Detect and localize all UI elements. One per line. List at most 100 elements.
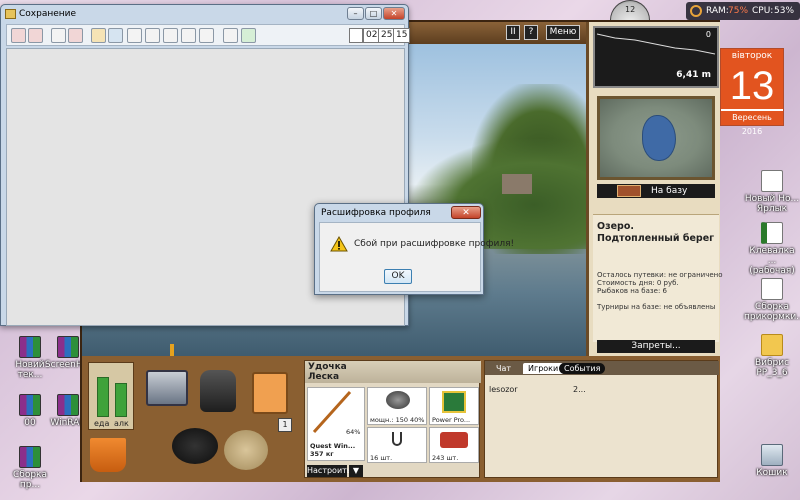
- rod-header-line1: Удочка: [308, 362, 347, 372]
- bans-button[interactable]: Запреты...: [597, 340, 715, 353]
- clock-hour-mark: 12: [625, 5, 636, 14]
- rod-panel: Удочка Леска 64% Quest Win... 357 кг мощ…: [304, 360, 481, 478]
- line-name: Power Pro...: [432, 416, 471, 424]
- bait-slot[interactable]: 243 шт.: [429, 427, 479, 463]
- desktop-icon-label: Вибрис РР_3_6: [754, 358, 790, 378]
- tool-icon[interactable]: [28, 28, 43, 43]
- hook-icon: [392, 432, 402, 446]
- reel-power: мощн.: 150: [370, 416, 408, 424]
- desktop-icon-label: Кошик: [756, 468, 788, 478]
- alcohol-label: алк: [114, 419, 129, 428]
- tool-icon[interactable]: [11, 28, 26, 43]
- minimize-button[interactable]: –: [347, 7, 364, 20]
- tab-events[interactable]: События: [559, 363, 606, 374]
- bucket-icon[interactable]: [90, 438, 126, 472]
- depth-mark: 0: [705, 30, 711, 39]
- rod-header[interactable]: Удочка Леска: [305, 361, 481, 383]
- rod-weight: 357 кг: [310, 450, 334, 458]
- archive-icon: [19, 394, 41, 416]
- tool-icon[interactable]: [199, 28, 214, 43]
- pause-button[interactable]: II: [506, 25, 520, 40]
- tool-icon[interactable]: [163, 28, 178, 43]
- location-info-line: Рыбаков на базе: 6: [597, 287, 667, 295]
- lake-map[interactable]: [597, 96, 715, 180]
- desktop-icon-label: Сборка пр...: [12, 470, 47, 490]
- tool-icon[interactable]: [223, 28, 238, 43]
- calendar-gadget: вівторок 13 Вересень 2016: [720, 48, 784, 136]
- gauge-icon: [690, 5, 702, 17]
- player-name[interactable]: lesozor: [489, 385, 518, 394]
- tool-icon[interactable]: [68, 28, 83, 43]
- slot-count-badge: 1: [278, 418, 292, 432]
- tool-icon[interactable]: [145, 28, 160, 43]
- tool-icon[interactable]: [91, 28, 106, 43]
- depth-chart: 0 6,41 m: [593, 26, 719, 88]
- cooking-pot-icon[interactable]: [172, 428, 218, 464]
- depth-value: 6,41 m: [676, 70, 711, 80]
- chat-panel: Чат Игроки События lesozor 2...: [484, 360, 719, 478]
- alcohol-bar: [115, 383, 127, 417]
- needs-bars: еда алк: [88, 362, 134, 430]
- shortcut-icon: [761, 170, 783, 192]
- tab-chat[interactable]: Чат: [491, 363, 516, 374]
- rod-dropdown-button[interactable]: ▼: [349, 465, 363, 477]
- to-base-label: На базу: [651, 186, 688, 196]
- dialog-title: Расшифровка профиля: [321, 208, 431, 218]
- location-info-line: Осталось путевки: не ограничено: [597, 271, 723, 279]
- keepnet-icon[interactable]: [224, 430, 268, 470]
- desktop-icon[interactable]: Сборка пр...: [2, 446, 58, 490]
- help-button[interactable]: ?: [524, 25, 538, 40]
- reel-icon: [386, 391, 410, 409]
- tool-icon[interactable]: [127, 28, 142, 43]
- chat-tabs: Чат Игроки События: [485, 361, 719, 375]
- archive-icon: [19, 336, 41, 358]
- rod-header-line2: Леска: [308, 372, 340, 382]
- ok-button[interactable]: OK: [384, 269, 412, 284]
- right-info-panel: 0 6,41 m На базу Озеро. Подтопленный бер…: [586, 22, 723, 356]
- rod-name: Quest Win...: [310, 442, 356, 450]
- cpu-label: CPU:: [752, 6, 774, 16]
- desktop-icon[interactable]: Кошик: [744, 444, 800, 478]
- food-bar: [97, 377, 109, 417]
- desktop-icon[interactable]: Вибрис РР_3_6: [744, 334, 800, 378]
- number-field[interactable]: 15: [393, 28, 411, 43]
- close-button[interactable]: ✕: [383, 7, 405, 20]
- tool-icon[interactable]: [51, 28, 66, 43]
- rod-percent: 64%: [346, 428, 361, 436]
- line-slot[interactable]: Power Pro...: [429, 387, 479, 425]
- checkbox[interactable]: [349, 28, 363, 43]
- tackle-box-icon[interactable]: [146, 370, 188, 406]
- spreadsheet-icon: [761, 222, 783, 244]
- ram-label: RAM:: [706, 6, 729, 16]
- to-base-button[interactable]: На базу: [597, 184, 715, 198]
- bait-count: 243 шт.: [432, 454, 459, 462]
- ram-value: 75%: [728, 6, 749, 16]
- inventory-bar: еда алк 1 Удочка Леска 64% Quest Win... …: [82, 356, 720, 482]
- rod-slot[interactable]: 64% Quest Win... 357 кг: [307, 387, 365, 461]
- tab-players[interactable]: Игроки: [523, 363, 564, 374]
- tool-icon[interactable]: [241, 28, 256, 43]
- calendar-weekday: вівторок: [721, 49, 783, 63]
- reel-percent: 40%: [410, 416, 425, 424]
- lake-shape: [642, 115, 676, 161]
- dialog-close-button[interactable]: ✕: [451, 206, 481, 219]
- desktop-icon[interactable]: Клевалка ... (рабочая): [744, 222, 800, 276]
- line-spool-icon: [442, 391, 466, 413]
- menu-button[interactable]: Меню: [546, 25, 580, 40]
- location-info-line: Стоимость дня: 0 руб.: [597, 279, 679, 287]
- setup-button[interactable]: Настроить: [307, 465, 352, 477]
- desktop-icon-label: Новый Но... Ярлык: [744, 194, 800, 214]
- backpack-icon[interactable]: [200, 370, 236, 412]
- tool-icon[interactable]: [181, 28, 196, 43]
- hook-slot[interactable]: 16 шт.: [367, 427, 427, 463]
- desktop-icon[interactable]: Новый Но... Ярлык: [744, 170, 800, 214]
- desktop-icon[interactable]: Сборка прикормки...: [744, 278, 800, 322]
- bait-icon: [440, 432, 468, 448]
- food-label: еда: [94, 419, 110, 428]
- notebook-icon[interactable]: [252, 372, 288, 414]
- house: [502, 174, 532, 194]
- system-monitor: RAM: 75% CPU: 53%: [686, 2, 800, 20]
- tool-icon[interactable]: [108, 28, 123, 43]
- reel-slot[interactable]: мощн.: 150 40%: [367, 387, 427, 425]
- maximize-button[interactable]: □: [365, 7, 382, 20]
